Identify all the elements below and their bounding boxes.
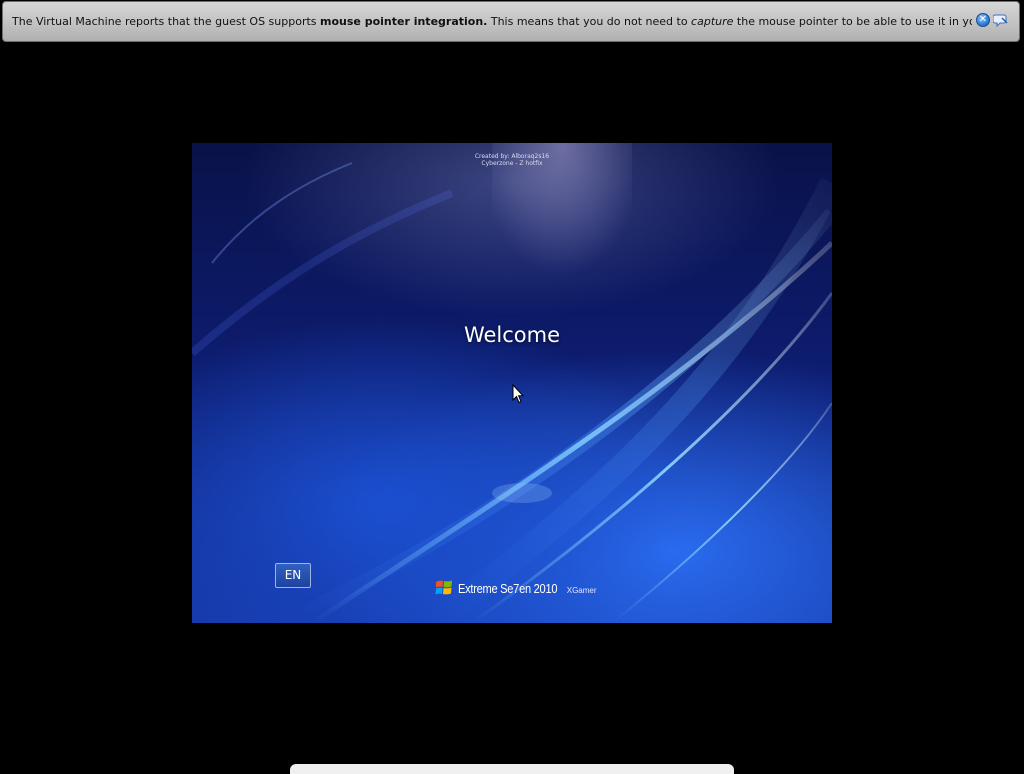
brand-name: Extreme Se7en 2010 [458, 580, 558, 596]
brand-logo-group: Extreme Se7en 2010 XGamer [434, 575, 597, 601]
brand-subtitle: XGamer [566, 585, 597, 595]
windows-logo-icon [435, 580, 452, 595]
hide-message-icon[interactable] [993, 12, 1009, 28]
notification-text-end: the mouse pointer to be able to use it i… [736, 15, 972, 28]
welcome-heading: Welcome [463, 323, 561, 347]
language-button[interactable]: EN [275, 563, 311, 588]
wallpaper-streaks [192, 143, 832, 623]
guest-os-screen[interactable]: Created by: Alboraq2s16 Cyberzone - Z ho… [192, 143, 832, 623]
close-icon[interactable]: ✕ [976, 13, 990, 27]
credit-line-1: Created by: Alboraq2s16 [474, 153, 550, 160]
notification-text-italic: capture [691, 15, 734, 28]
mouse-integration-notification: The Virtual Machine reports that the gue… [2, 1, 1020, 42]
notification-text-start: The Virtual Machine reports that the gue… [12, 15, 321, 28]
credit-line-2: Cyberzone - Z hotfix [481, 160, 543, 167]
notification-text-middle: This means that you do not need to [487, 15, 692, 28]
mouse-pointer-icon [512, 384, 524, 404]
notification-text-bold: mouse pointer integration. [320, 15, 488, 28]
vm-minitoolbar-tab[interactable] [290, 764, 734, 774]
notification-message: The Virtual Machine reports that the gue… [12, 15, 972, 28]
